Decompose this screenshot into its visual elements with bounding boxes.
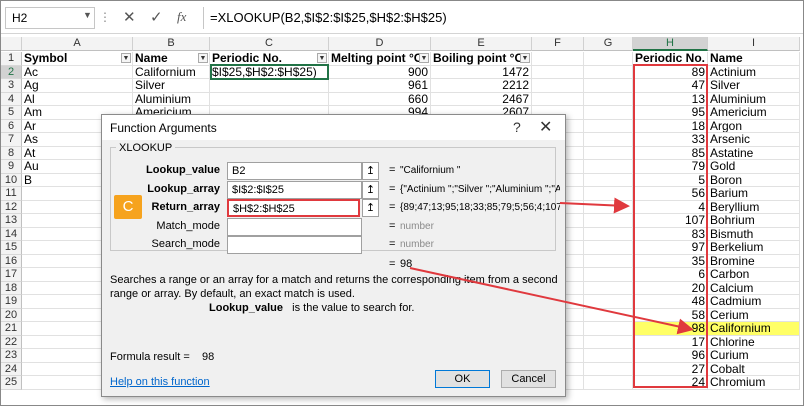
result-arrow xyxy=(409,267,694,335)
annotation-arrows xyxy=(409,197,694,335)
return-array-arrow xyxy=(559,197,630,214)
